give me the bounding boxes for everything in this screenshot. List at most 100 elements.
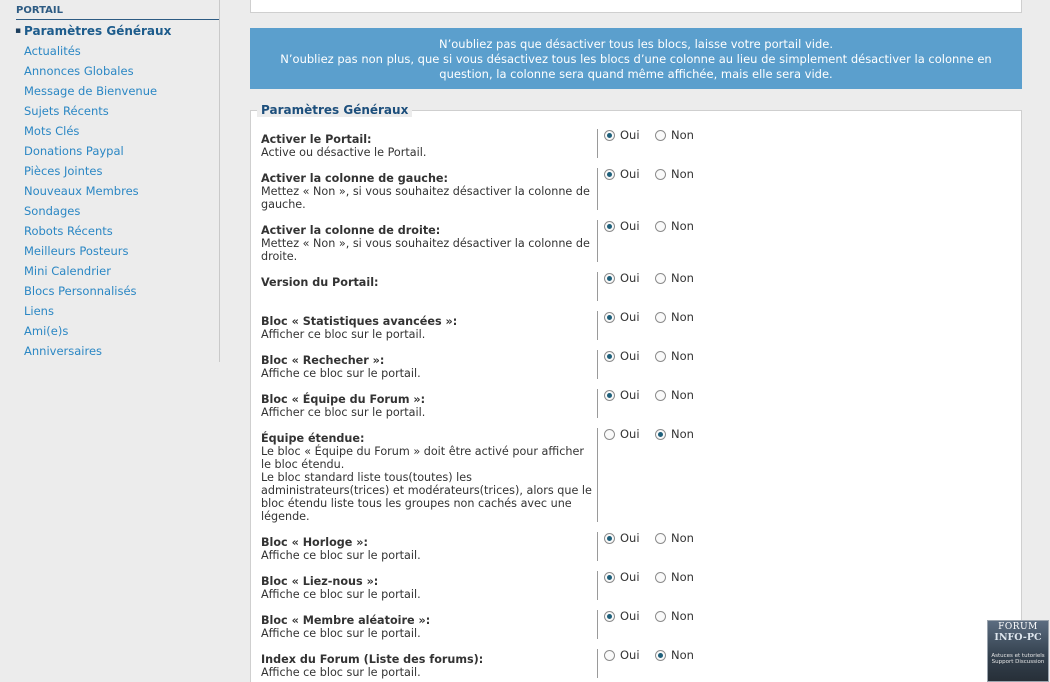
menu-item-label: Meilleurs Posteurs — [24, 244, 129, 258]
sidebar: PORTAIL ▪ Paramètres Généraux Actualités An… — [0, 0, 228, 682]
radio-button-icon[interactable] — [604, 351, 615, 362]
menu-item[interactable]: Liens — [10, 302, 220, 322]
radio-button-icon[interactable] — [655, 312, 666, 323]
radio-label: Oui — [620, 388, 640, 402]
menu-item-label: Paramètres Généraux — [24, 24, 172, 38]
menu-item[interactable]: ▪ Paramètres Généraux — [10, 22, 220, 42]
radio-button-icon[interactable] — [604, 429, 615, 440]
setting-separator — [597, 272, 598, 301]
setting-title: Version du Portail: — [261, 276, 379, 289]
radio-label: Non — [671, 271, 694, 285]
menu-item-label: Actualités — [24, 44, 81, 58]
radio-label: Non — [671, 128, 694, 142]
radio-label: Oui — [620, 271, 640, 285]
menu-header: PORTAIL — [16, 4, 219, 20]
radio-button-icon[interactable] — [604, 533, 615, 544]
setting-description: Affiche ce bloc sur le portail. — [261, 549, 421, 562]
setting-label: Index du Forum (Liste des forums): Affich… — [261, 653, 597, 679]
setting-title: Bloc « Membre aléatoire »: — [261, 614, 431, 627]
radio-button-icon[interactable] — [604, 650, 615, 661]
menu-item[interactable]: Annonces Globales — [10, 62, 220, 82]
radio-button-icon[interactable] — [604, 130, 615, 141]
radio-button-icon[interactable] — [655, 273, 666, 284]
radio-button-icon[interactable] — [655, 611, 666, 622]
setting-title: Activer la colonne de gauche: — [261, 172, 448, 185]
radio-label: Non — [671, 570, 694, 584]
menu-item[interactable]: Robots Récents — [10, 222, 220, 242]
radio-button-icon[interactable] — [655, 429, 666, 440]
radio-label: Oui — [620, 570, 640, 584]
radio-button-icon[interactable] — [604, 169, 615, 180]
setting-description: Mettez « Non », si vous souhaitez désact… — [261, 185, 590, 211]
radio-button-icon[interactable] — [604, 390, 615, 401]
menu-item[interactable]: Nouveaux Membres — [10, 182, 220, 202]
menu-item[interactable]: Donations Paypal — [10, 142, 220, 162]
radio-button-icon[interactable] — [604, 572, 615, 583]
radio-button-icon[interactable] — [655, 351, 666, 362]
menu-item[interactable]: Sujets Récents — [10, 102, 220, 122]
menu-item-label: Donations Paypal — [24, 144, 124, 158]
setting-label: Bloc « Équipe du Forum »: Afficher ce blo… — [261, 393, 597, 419]
radio-button-icon[interactable] — [655, 169, 666, 180]
radio-button-icon[interactable] — [655, 221, 666, 232]
menu-item[interactable]: Anniversaires — [10, 342, 220, 362]
setting-label: Bloc « Horloge »: Affiche ce bloc sur le … — [261, 536, 597, 562]
radio-label: Oui — [620, 427, 640, 441]
portal-menu: PORTAIL ▪ Paramètres Généraux Actualités An… — [10, 0, 220, 362]
menu-item-label: Nouveaux Membres — [24, 184, 139, 198]
menu-item-label: Liens — [24, 304, 54, 318]
setting-description: Le bloc « Équipe du Forum » doit être ac… — [261, 445, 592, 523]
setting-separator — [597, 649, 598, 678]
radio-label: Oui — [620, 609, 640, 623]
radio-button-icon[interactable] — [655, 572, 666, 583]
radio-button-icon[interactable] — [655, 533, 666, 544]
setting-row: Version du Portail: Oui Non — [250, 272, 1022, 303]
setting-label: Équipe étendue: Le bloc « Équipe du Forum… — [261, 432, 597, 523]
setting-row: Activer la colonne de droite: Mettez « No… — [250, 220, 1022, 264]
radio-button-icon[interactable] — [655, 390, 666, 401]
radio-button-icon[interactable] — [655, 130, 666, 141]
radio-label: Oui — [620, 310, 640, 324]
setting-row: Activer la colonne de gauche: Mettez « No… — [250, 168, 1022, 212]
radio-button-icon[interactable] — [604, 312, 615, 323]
setting-title: Bloc « Liez-nous »: — [261, 575, 379, 588]
radio-button-icon[interactable] — [655, 650, 666, 661]
setting-description: Affiche ce bloc sur le portail. — [261, 588, 421, 601]
setting-row: Index du Forum (Liste des forums): Affich… — [250, 649, 1022, 680]
radio-label: Non — [671, 310, 694, 324]
menu-item[interactable]: Mini Calendrier — [10, 262, 220, 282]
info-notice: N’oubliez pas que désactiver tous les bl… — [250, 28, 1022, 89]
menu-item[interactable]: Mots Clés — [10, 122, 220, 142]
setting-separator — [597, 350, 598, 379]
setting-separator — [597, 571, 598, 600]
setting-description: Affiche ce bloc sur le portail. — [261, 367, 421, 380]
radio-label: Oui — [620, 531, 640, 545]
notice-line-1: N’oubliez pas que désactiver tous les bl… — [438, 37, 833, 51]
radio-button-icon[interactable] — [604, 221, 615, 232]
setting-description: Affiche ce bloc sur le portail. — [261, 627, 421, 640]
setting-title: Activer le Portail: — [261, 133, 372, 146]
setting-title: Bloc « Horloge »: — [261, 536, 368, 549]
menu-item[interactable]: Sondages — [10, 202, 220, 222]
menu-item[interactable]: Meilleurs Posteurs — [10, 242, 220, 262]
setting-row: Bloc « Rechecher »: Affiche ce bloc sur l… — [250, 350, 1022, 381]
radio-label: Oui — [620, 167, 640, 181]
menu-list: ▪ Paramètres Généraux Actualités Annonces G… — [10, 22, 220, 362]
menu-item[interactable]: Pièces Jointes — [10, 162, 220, 182]
radio-button-icon[interactable] — [604, 273, 615, 284]
radio-label: Non — [671, 349, 694, 363]
menu-item[interactable]: Message de Bienvenue — [10, 82, 220, 102]
radio-label: Non — [671, 167, 694, 181]
menu-item-label: Anniversaires — [24, 344, 103, 358]
radio-label: Non — [671, 648, 694, 662]
menu-item-label: Mots Clés — [24, 124, 80, 138]
setting-separator — [597, 168, 598, 210]
menu-item-label: Message de Bienvenue — [24, 84, 158, 98]
radio-button-icon[interactable] — [604, 611, 615, 622]
setting-row: Équipe étendue: Le bloc « Équipe du Forum… — [250, 428, 1022, 524]
setting-label: Bloc « Statistiques avancées »: Afficher … — [261, 315, 597, 341]
menu-item[interactable]: Actualités — [10, 42, 220, 62]
menu-item[interactable]: Blocs Personnalisés — [10, 282, 220, 302]
menu-item[interactable]: Ami(e)s — [10, 322, 220, 342]
setting-separator — [597, 532, 598, 561]
